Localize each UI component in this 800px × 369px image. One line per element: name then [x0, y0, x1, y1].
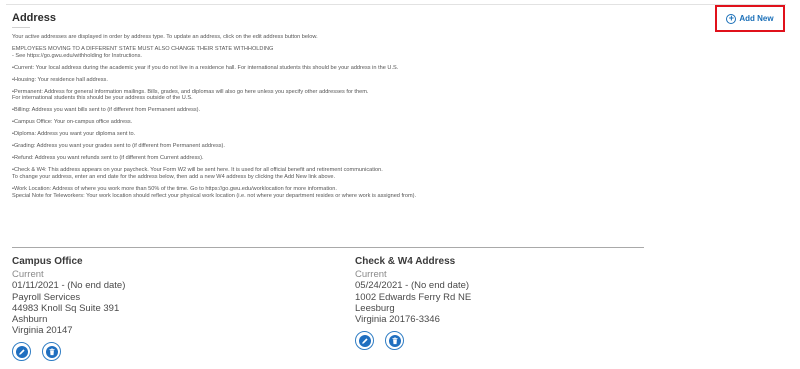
instruction-line: To change your address, enter an end dat…: [12, 173, 336, 180]
edit-address-button[interactable]: [12, 342, 31, 362]
address-line: 44983 Knoll Sq Suite 391: [12, 302, 120, 314]
pencil-icon: [361, 338, 368, 344]
instruction-line: - See https://go.gwu.edu/withholding for…: [12, 52, 142, 59]
trash-icon: [49, 348, 54, 356]
title-underline: [12, 27, 30, 28]
edit-address-button[interactable]: [355, 331, 374, 351]
address-status: Current: [355, 269, 387, 281]
instruction-line: •Refund: Address you want refunds sent t…: [12, 154, 204, 161]
address-type: Campus Office: [12, 256, 83, 267]
address-city: Ashburn: [12, 314, 48, 326]
instruction-line: •Billing: Address you want bills sent to…: [12, 107, 201, 114]
address-line: Payroll Services: [12, 291, 81, 303]
address-card-check-w4: Check & W4 Address Current 05/24/2021 - …: [355, 256, 472, 351]
address-city: Leesburg: [355, 302, 395, 314]
address-state-zip: Virginia 20147: [12, 325, 73, 337]
instruction-line: •Grading: Address you want your grades s…: [12, 143, 225, 150]
section-title: Address: [12, 12, 57, 24]
address-state-zip: Virginia 20176-3346: [355, 314, 440, 326]
section-divider: [12, 247, 644, 248]
instruction-line: •Housing: Your residence hall address.: [12, 76, 108, 83]
delete-address-button[interactable]: [42, 342, 61, 362]
plus-circle-icon: +: [726, 13, 737, 24]
address-dates: 05/24/2021 - (No end date): [355, 280, 470, 292]
add-new-label: Add New: [739, 14, 774, 23]
trash-icon: [392, 337, 397, 344]
instruction-line: •Work Location: Address of where you wor…: [12, 185, 337, 192]
instruction-line: •Permanent: Address for general informat…: [12, 88, 369, 95]
instruction-line: EMPLOYEES MOVING TO A DIFFERENT STATE MU…: [12, 45, 274, 52]
instruction-line: For international students this should b…: [12, 95, 193, 102]
add-new-button[interactable]: + Add New: [715, 5, 785, 32]
instruction-line: •Campus Office: Your on-campus office ad…: [12, 119, 133, 126]
instruction-line: Your active addresses are displayed in o…: [12, 34, 318, 40]
address-card-campus-office: Campus Office Current 01/11/2021 - (No e…: [12, 256, 126, 362]
instruction-line: •Current: Your local address during the …: [12, 64, 399, 71]
address-type: Check & W4 Address: [355, 256, 456, 267]
top-divider: [6, 4, 786, 5]
address-dates: 01/11/2021 - (No end date): [12, 280, 126, 292]
address-status: Current: [12, 269, 44, 281]
instruction-line: Special Note for Teleworkers: Your work …: [12, 192, 417, 199]
pencil-icon: [18, 349, 25, 355]
delete-address-button[interactable]: [385, 331, 404, 351]
address-line: 1002 Edwards Ferry Rd NE: [355, 291, 472, 303]
instruction-line: •Check & W4: This address appears on you…: [12, 166, 383, 173]
instruction-line: •Diploma: Address you want your diploma …: [12, 131, 136, 138]
instructions: Your active addresses are displayed in o…: [12, 34, 642, 200]
